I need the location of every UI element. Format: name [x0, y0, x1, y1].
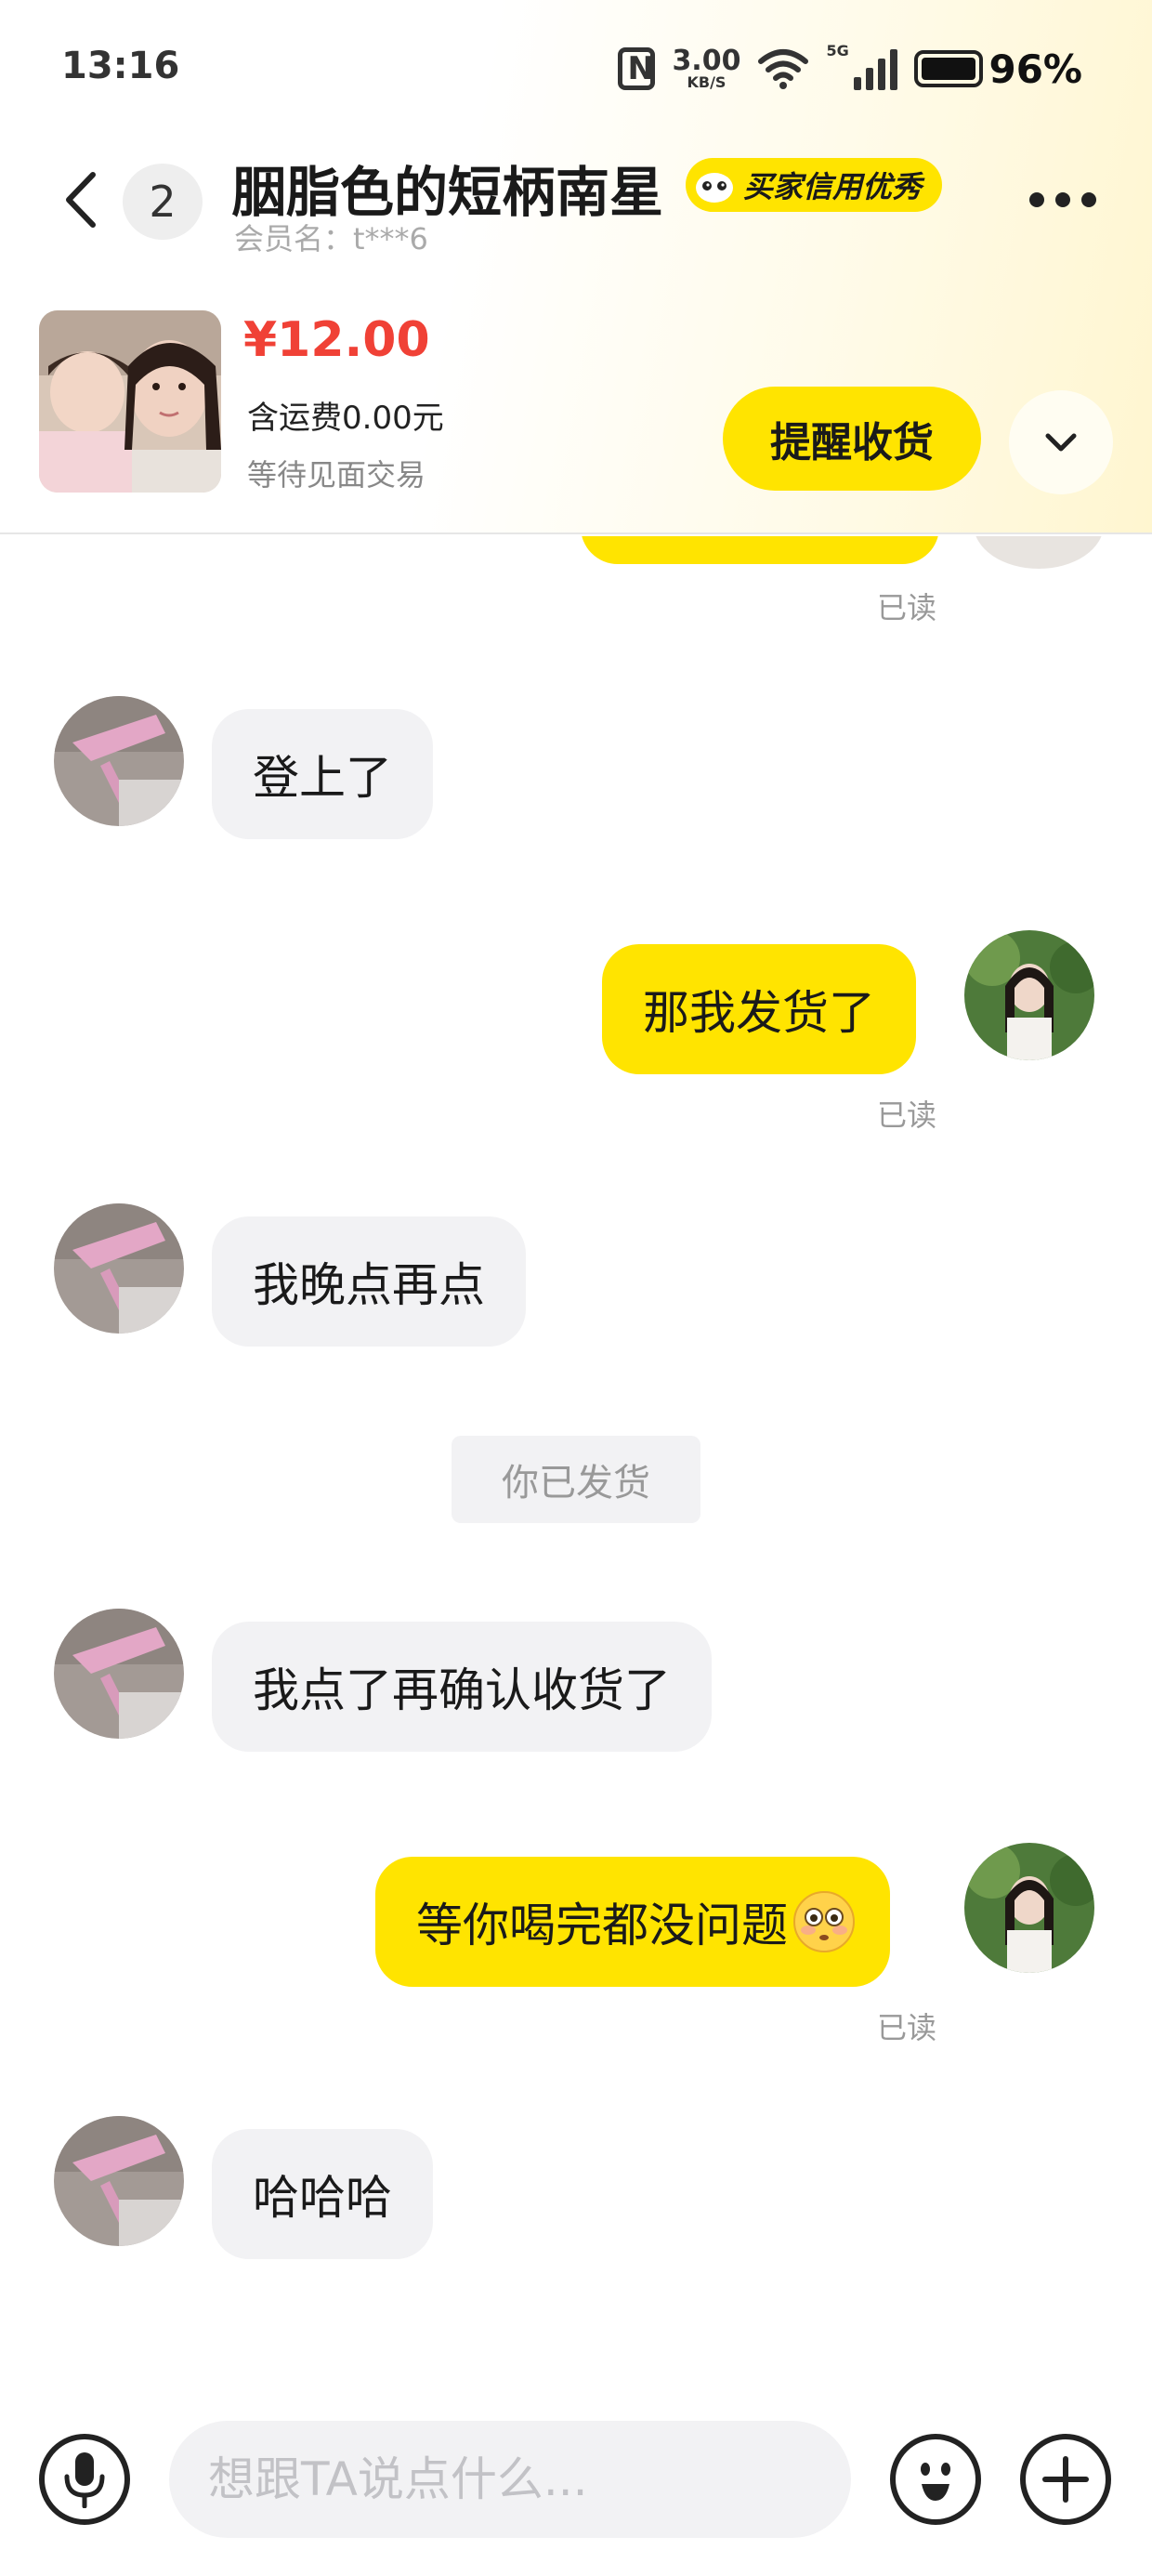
- shipping-fee: 含运费0.00元: [247, 400, 444, 437]
- message-list[interactable]: 已读 登上了 那我发货了 已读 我晚点再点 你已发货 我点了再确认收货了 等你喝…: [0, 536, 1152, 2413]
- emoji-button[interactable]: [890, 2434, 981, 2525]
- battery-percent: 96%: [988, 46, 1082, 92]
- message-bubble-incoming[interactable]: 登上了: [212, 709, 433, 839]
- smiley-face-icon: [921, 2463, 950, 2501]
- credit-badge-label: 买家信用优秀: [743, 169, 923, 204]
- my-avatar[interactable]: [964, 1843, 1094, 1973]
- contact-avatar[interactable]: [54, 1203, 184, 1334]
- message-bubble-outgoing[interactable]: 等你喝完都没问题: [375, 1857, 890, 1987]
- network-type: 5G: [826, 42, 849, 59]
- nfc-icon: [618, 47, 656, 90]
- message-bubble-incoming[interactable]: 我晚点再点: [212, 1216, 526, 1347]
- input-bar: [0, 2413, 1152, 2576]
- chevron-down-icon: [1045, 433, 1077, 452]
- message-input[interactable]: [169, 2421, 851, 2538]
- product-thumbnail[interactable]: [39, 310, 221, 493]
- message-text: 等你喝完都没问题: [416, 1899, 788, 1952]
- message-bubble-outgoing-partial[interactable]: [581, 536, 939, 564]
- member-name: 会员名：t***6: [234, 221, 428, 256]
- read-receipt: 已读: [877, 590, 937, 625]
- flushed-face-emoji-icon: [793, 1891, 855, 1952]
- contact-avatar[interactable]: [54, 1609, 184, 1739]
- contact-avatar[interactable]: [54, 696, 184, 826]
- expand-button[interactable]: [1009, 390, 1113, 494]
- more-actions-button[interactable]: [1020, 2434, 1111, 2525]
- read-receipt: 已读: [877, 1097, 937, 1133]
- wifi-icon: [758, 49, 809, 89]
- battery-icon: [914, 50, 984, 87]
- back-arrow-icon[interactable]: [56, 167, 111, 232]
- network-speed-unit: KB/S: [687, 73, 727, 91]
- cellular-signal-icon: 5G: [826, 42, 898, 90]
- mascot-icon: [696, 173, 733, 203]
- remind-receipt-button[interactable]: 提醒收货: [723, 387, 981, 491]
- trade-status: 等待见面交易: [247, 457, 426, 493]
- status-time: 13:16: [61, 45, 180, 87]
- network-speed-value: 3.00: [672, 45, 741, 77]
- message-bubble-outgoing[interactable]: 那我发货了: [602, 944, 916, 1074]
- battery-indicator: 96%: [914, 46, 1082, 92]
- message-bubble-incoming[interactable]: 我点了再确认收货了: [212, 1622, 712, 1752]
- more-options-icon[interactable]: [1029, 186, 1104, 214]
- network-speed: 3.00 KB/S: [672, 47, 740, 90]
- voice-input-button[interactable]: [39, 2434, 130, 2525]
- system-message: 你已发货: [452, 1436, 700, 1523]
- my-avatar-partial[interactable]: [974, 536, 1104, 569]
- contact-avatar[interactable]: [54, 2116, 184, 2246]
- read-receipt: 已读: [877, 2010, 937, 2045]
- microphone-icon: [64, 2452, 105, 2508]
- credit-badge[interactable]: 买家信用优秀: [686, 158, 943, 212]
- status-bar: 13:16 3.00 KB/S 5G 96%: [0, 0, 1152, 139]
- message-bubble-incoming[interactable]: 哈哈哈: [212, 2129, 433, 2259]
- product-price: ¥12.00: [243, 312, 430, 368]
- unread-count-badge[interactable]: 2: [123, 164, 203, 240]
- plus-icon: [1042, 2456, 1089, 2503]
- my-avatar[interactable]: [964, 930, 1094, 1060]
